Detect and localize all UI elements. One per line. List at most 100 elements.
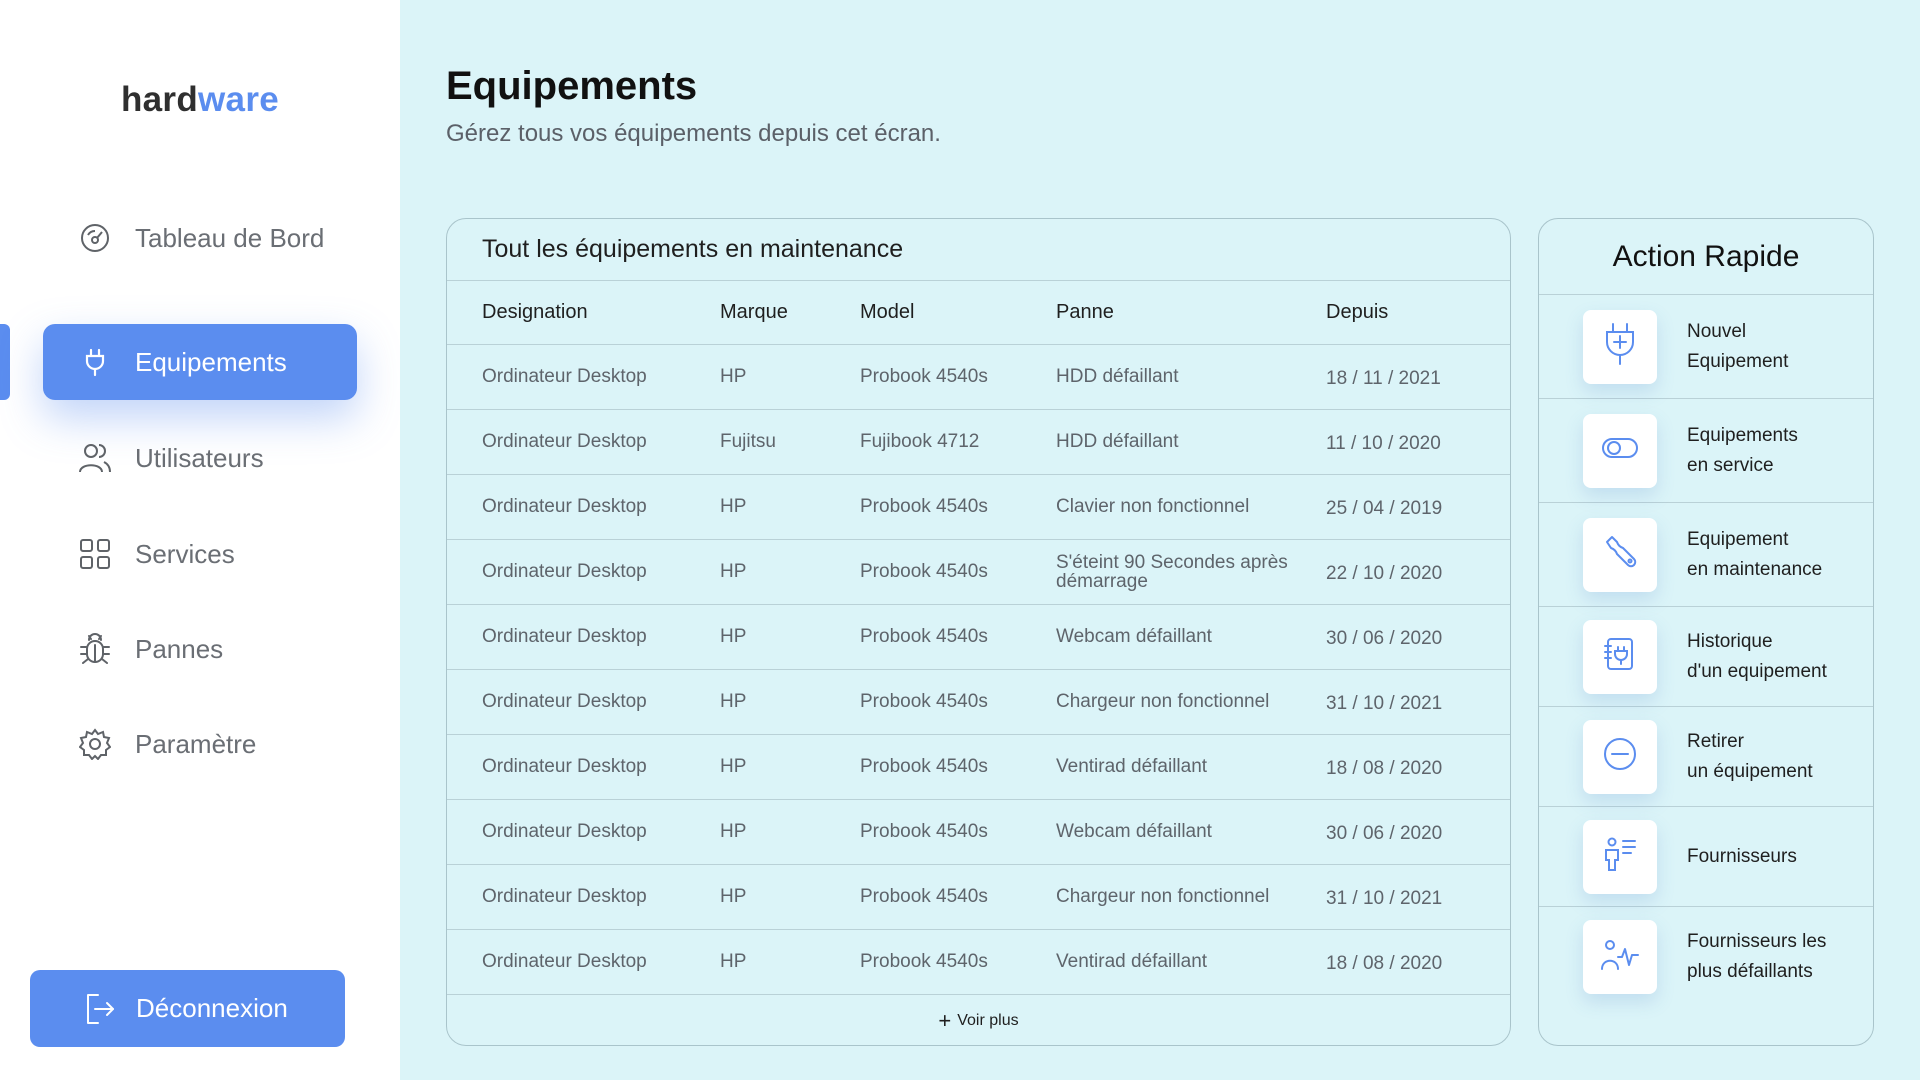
- table-row[interactable]: Ordinateur Desktop HP Probook 4540s S'étein…: [447, 539, 1510, 605]
- quick-action-label: Equipement en maintenance: [1687, 525, 1857, 585]
- sidebar-item-label: Pannes: [135, 633, 224, 664]
- table-row[interactable]: Ordinateur Desktop Fujitsu Fujibook 4712 HD…: [447, 409, 1510, 475]
- cell-panne: Chargeur non fonctionnel: [1056, 669, 1326, 735]
- column-header-marque[interactable]: Marque: [720, 281, 860, 345]
- cell-designation: Ordinateur Desktop: [447, 669, 720, 735]
- cell-marque: HP: [720, 344, 860, 410]
- cell-panne: Clavier non fonctionnel: [1056, 474, 1326, 540]
- cell-designation: Ordinateur Desktop: [447, 929, 720, 995]
- quick-action-line2: un équipement: [1687, 760, 1813, 782]
- sidebar-item-label: Services: [135, 538, 235, 569]
- quick-action-nouvel-equipement[interactable]: Nouvel Equipement: [1539, 295, 1873, 399]
- cell-model: Probook 4540s: [860, 539, 1056, 605]
- quick-action-equipement-en-maintenance[interactable]: Equipement en maintenance: [1539, 503, 1873, 607]
- plug-icon: [77, 344, 113, 380]
- logo-part-hard: hard: [120, 80, 199, 119]
- cell-depuis: 30 / 06 / 2020: [1326, 799, 1510, 865]
- bug-icon: [77, 631, 113, 667]
- table-title: Tout les équipements en maintenance: [447, 219, 1510, 281]
- sidebar: hardware Tableau de Bord Equipements Uti…: [0, 0, 400, 1080]
- cell-marque: HP: [720, 799, 860, 865]
- cell-panne: Webcam défaillant: [1056, 799, 1326, 865]
- plus-icon: +: [938, 1007, 952, 1033]
- active-nav-marker: [0, 324, 10, 400]
- toggle-icon: [1602, 437, 1638, 464]
- cell-model: Probook 4540s: [860, 734, 1056, 800]
- sidebar-item-equipements[interactable]: Equipements: [43, 324, 357, 400]
- cell-designation: Ordinateur Desktop: [447, 864, 720, 930]
- quick-action-line1: Equipements: [1687, 424, 1798, 446]
- cell-marque: Fujitsu: [720, 409, 860, 475]
- cell-marque: HP: [720, 539, 860, 605]
- quick-action-label: Nouvel Equipement: [1687, 317, 1857, 377]
- sidebar-item-services[interactable]: Services: [43, 516, 357, 592]
- cell-designation: Ordinateur Desktop: [447, 734, 720, 800]
- cell-panne: HDD défaillant: [1056, 409, 1326, 475]
- logout-label: Déconnexion: [136, 993, 288, 1023]
- table-row[interactable]: Ordinateur Desktop HP Probook 4540s Chargeu…: [447, 864, 1510, 930]
- cell-designation: Ordinateur Desktop: [447, 539, 720, 605]
- app-root: hardware Tableau de Bord Equipements Uti…: [0, 0, 1920, 1080]
- cell-depuis: 25 / 04 / 2019: [1326, 474, 1510, 540]
- cell-model: Probook 4540s: [860, 604, 1056, 670]
- cell-designation: Ordinateur Desktop: [447, 474, 720, 540]
- cell-depuis: 18 / 08 / 2020: [1326, 734, 1510, 800]
- cell-panne: HDD défaillant: [1056, 344, 1326, 410]
- column-header-depuis[interactable]: Depuis: [1326, 281, 1510, 345]
- cell-depuis: 18 / 11 / 2021: [1326, 344, 1510, 410]
- quick-action-line2: d'un equipement: [1687, 660, 1827, 682]
- cell-depuis: 31 / 10 / 2021: [1326, 864, 1510, 930]
- logout-button[interactable]: Déconnexion: [30, 970, 345, 1047]
- quick-action-line1: Retirer: [1687, 730, 1745, 752]
- cell-marque: HP: [720, 929, 860, 995]
- cell-model: Probook 4540s: [860, 929, 1056, 995]
- quick-action-fournisseurs[interactable]: Fournisseurs: [1539, 807, 1873, 907]
- users-icon: [77, 440, 113, 476]
- cell-panne: Ventirad défaillant: [1056, 734, 1326, 800]
- supplier-activity-icon: [1601, 939, 1639, 976]
- sidebar-item-parametre[interactable]: Paramètre: [43, 706, 357, 782]
- quick-action-tile: [1583, 719, 1657, 794]
- cell-model: Probook 4540s: [860, 669, 1056, 735]
- quick-action-line2: plus défaillants: [1687, 961, 1813, 982]
- column-header-model[interactable]: Model: [860, 281, 1056, 345]
- quick-action-tile: [1583, 619, 1657, 694]
- quick-action-equipements-en-service[interactable]: Equipements en service: [1539, 399, 1873, 503]
- see-more-button[interactable]: + Voir plus: [447, 995, 1510, 1046]
- sidebar-item-label: Equipements: [135, 346, 287, 377]
- table-row[interactable]: Ordinateur Desktop HP Probook 4540s HDD déf…: [447, 344, 1510, 410]
- table-body: Ordinateur Desktop HP Probook 4540s HDD déf…: [447, 344, 1510, 995]
- table-row[interactable]: Ordinateur Desktop HP Probook 4540s Webcam …: [447, 604, 1510, 670]
- table-row[interactable]: Ordinateur Desktop HP Probook 4540s Chargeu…: [447, 669, 1510, 735]
- quick-action-tile: [1583, 920, 1657, 994]
- table-row[interactable]: Ordinateur Desktop HP Probook 4540s Webcam …: [447, 799, 1510, 865]
- sidebar-item-tableau-de-bord[interactable]: Tableau de Bord: [43, 200, 357, 276]
- dashboard-gauge-icon: [77, 220, 113, 256]
- quick-action-line1: Equipement: [1687, 528, 1789, 550]
- quick-action-tile: [1583, 517, 1657, 592]
- quick-action-tile: [1583, 309, 1657, 384]
- column-header-designation[interactable]: Designation: [447, 281, 720, 345]
- sidebar-item-label: Utilisateurs: [135, 442, 264, 473]
- column-header-panne[interactable]: Panne: [1056, 281, 1326, 345]
- quick-action-retirer-equipement[interactable]: Retirer un équipement: [1539, 707, 1873, 807]
- table-row[interactable]: Ordinateur Desktop HP Probook 4540s Ventira…: [447, 929, 1510, 995]
- table-row[interactable]: Ordinateur Desktop HP Probook 4540s Ventira…: [447, 734, 1510, 800]
- quick-action-fournisseurs-defaillants[interactable]: Fournisseurs les plus défaillants: [1539, 907, 1873, 1007]
- minus-circle-icon: [1603, 737, 1637, 776]
- sidebar-item-utilisateurs[interactable]: Utilisateurs: [43, 420, 357, 496]
- quick-action-line1: Historique: [1687, 630, 1773, 652]
- page-subtitle: Gérez tous vos équipements depuis cet éc…: [446, 120, 941, 147]
- quick-action-label: Equipements en service: [1687, 421, 1857, 481]
- table-row[interactable]: Ordinateur Desktop HP Probook 4540s Clavier…: [447, 474, 1510, 540]
- cell-designation: Ordinateur Desktop: [447, 344, 720, 410]
- cell-depuis: 11 / 10 / 2020: [1326, 409, 1510, 475]
- grid-icon: [77, 536, 113, 572]
- cell-designation: Ordinateur Desktop: [447, 604, 720, 670]
- cell-designation: Ordinateur Desktop: [447, 409, 720, 475]
- cell-marque: HP: [720, 474, 860, 540]
- sidebar-item-pannes[interactable]: Pannes: [43, 611, 357, 687]
- quick-action-historique[interactable]: Historique d'un equipement: [1539, 607, 1873, 707]
- plug-add-icon: [1602, 322, 1638, 371]
- table-header-row: Designation Marque Model Panne Depuis: [447, 281, 1510, 345]
